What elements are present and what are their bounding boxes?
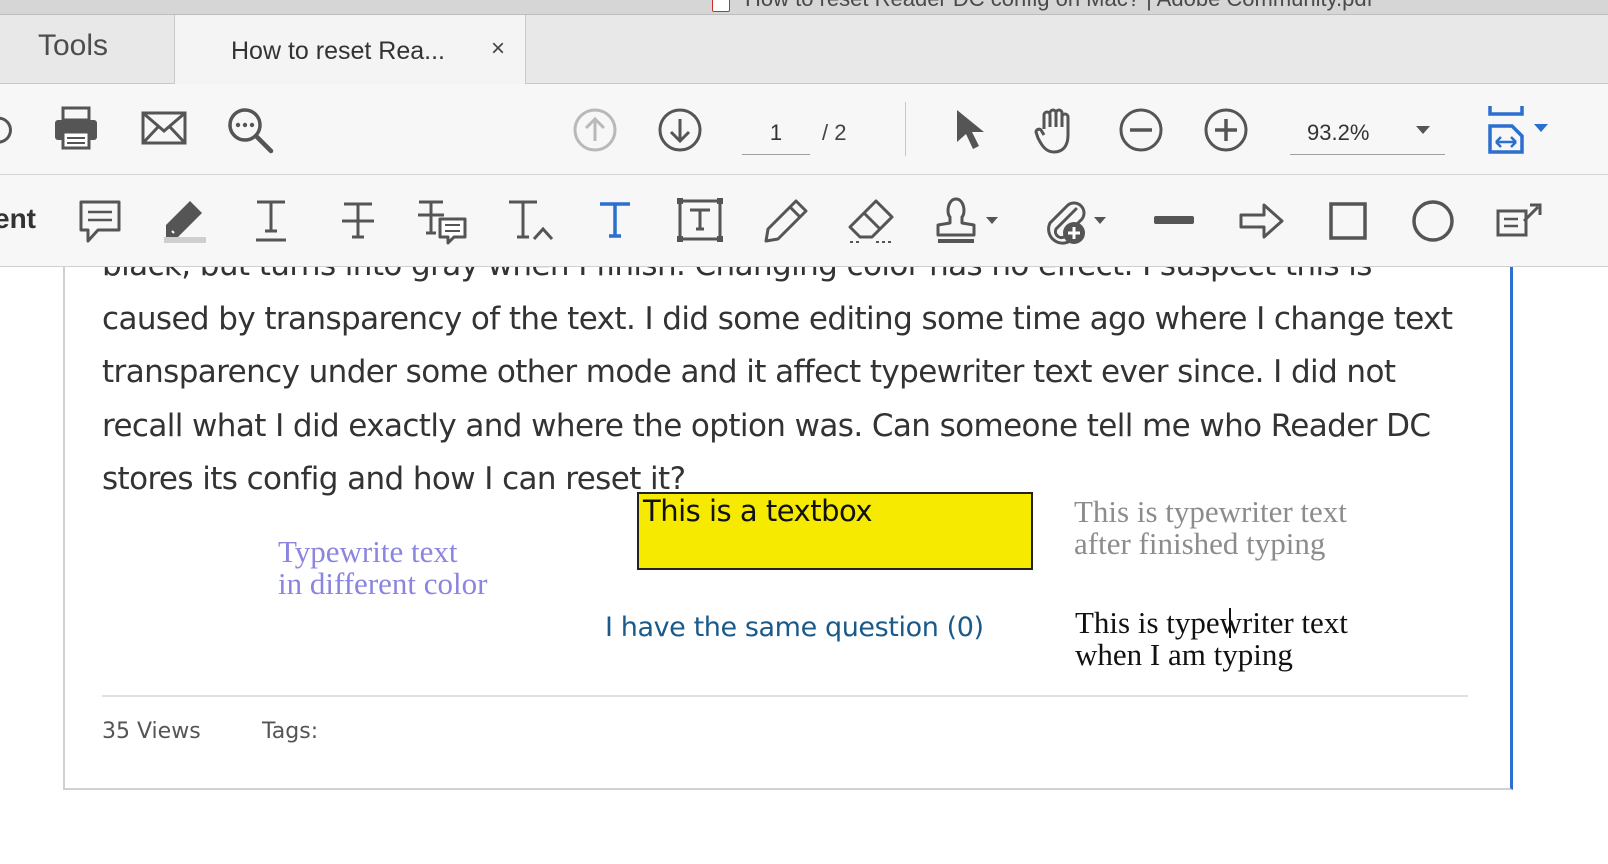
document-viewport[interactable]: black, but turns into gray when I finish… bbox=[0, 267, 1608, 864]
post-body-text: black, but turns into gray when I finish… bbox=[102, 267, 1453, 497]
stamp-icon[interactable] bbox=[934, 195, 978, 245]
print-icon[interactable] bbox=[52, 106, 100, 152]
toolbar-divider bbox=[905, 102, 906, 156]
zoom-in-icon[interactable] bbox=[1203, 107, 1249, 153]
tab-bar: Tools How to reset Rea... × bbox=[0, 15, 1608, 84]
page-number-input[interactable] bbox=[742, 112, 810, 155]
divider bbox=[102, 695, 1468, 697]
stamp-dropdown-icon[interactable] bbox=[986, 217, 998, 224]
attach-file-icon[interactable] bbox=[1042, 195, 1092, 247]
pdf-file-icon bbox=[712, 0, 730, 12]
tab-document[interactable]: How to reset Rea... × bbox=[175, 15, 526, 84]
underline-text-icon[interactable] bbox=[254, 199, 288, 243]
comment-label: ent bbox=[0, 203, 36, 234]
comment-toolbar: ent bbox=[0, 175, 1608, 267]
hand-icon[interactable] bbox=[1032, 105, 1080, 155]
highlight-icon[interactable] bbox=[160, 195, 210, 245]
replace-text-icon[interactable] bbox=[416, 199, 468, 245]
close-tab-icon[interactable]: × bbox=[491, 35, 505, 63]
typewriter-icon[interactable] bbox=[598, 201, 632, 239]
rectangle-icon[interactable] bbox=[1328, 201, 1368, 241]
line-icon[interactable] bbox=[1152, 213, 1196, 227]
zoom-out-icon[interactable] bbox=[1118, 107, 1164, 153]
page-up-icon[interactable] bbox=[572, 107, 618, 153]
insert-text-icon[interactable] bbox=[506, 199, 556, 245]
oval-icon[interactable] bbox=[1410, 199, 1456, 243]
window-title-bar: How to reset Reader DC config on Mac? | … bbox=[0, 0, 1608, 15]
text-box-annotation[interactable]: This is a textbox bbox=[637, 492, 1033, 570]
email-icon[interactable] bbox=[141, 111, 187, 147]
tab-document-label: How to reset Rea... bbox=[231, 37, 445, 65]
zoom-level-value: 93.2% bbox=[1307, 120, 1370, 145]
attach-dropdown-icon[interactable] bbox=[1094, 217, 1106, 224]
tab-tools-label: Tools bbox=[38, 29, 109, 62]
undo-icon[interactable] bbox=[0, 108, 16, 148]
page-total: / 2 bbox=[822, 120, 847, 145]
chevron-down-icon bbox=[1416, 126, 1430, 134]
typewriter-colored-text[interactable]: Typewrite text in different color bbox=[278, 536, 487, 600]
typewriter-active-text[interactable]: This is typewriter text when I am typing bbox=[1075, 607, 1348, 671]
views-count: 35 Views bbox=[102, 719, 201, 744]
text-box-icon[interactable] bbox=[676, 197, 724, 243]
zoom-level-dropdown[interactable]: 93.2% bbox=[1290, 112, 1445, 155]
main-toolbar: / 2 93.2% bbox=[0, 84, 1608, 175]
select-arrow-icon[interactable] bbox=[953, 108, 989, 152]
pdf-page: black, but turns into gray when I finish… bbox=[63, 267, 1513, 790]
arrow-icon[interactable] bbox=[1238, 201, 1286, 241]
tags-label: Tags: bbox=[262, 719, 319, 744]
text-box-content: This is a textbox bbox=[643, 494, 873, 528]
same-question-link[interactable]: I have the same question (0) bbox=[605, 612, 984, 643]
more-tools-icon[interactable] bbox=[1494, 201, 1544, 241]
window-title: How to reset Reader DC config on Mac? | … bbox=[745, 0, 1373, 12]
page-down-icon[interactable] bbox=[657, 107, 703, 153]
search-icon[interactable] bbox=[226, 106, 276, 156]
text-cursor bbox=[1229, 608, 1231, 638]
strikethrough-icon[interactable] bbox=[340, 201, 376, 241]
tab-tools[interactable]: Tools bbox=[0, 15, 175, 83]
fit-page-icon[interactable] bbox=[1486, 104, 1552, 156]
sticky-note-icon[interactable] bbox=[78, 199, 122, 245]
pencil-icon[interactable] bbox=[762, 197, 810, 245]
eraser-icon[interactable] bbox=[846, 197, 898, 245]
typewriter-finished-text[interactable]: This is typewriter text after finished t… bbox=[1074, 496, 1347, 560]
